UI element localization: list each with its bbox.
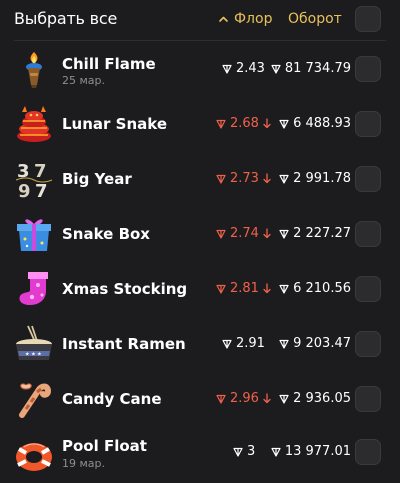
floor-value: 2.73 [230,171,259,186]
row-checkbox[interactable] [355,386,381,412]
gift-row[interactable]: 3 7 9 7 Big Year 2.73 2 991.78 [0,151,400,206]
ton-icon [216,284,226,294]
ton-icon [222,339,232,349]
select-all-button[interactable]: Выбрать все [14,9,117,28]
floor-price: 2.74 [216,226,271,241]
sort-ascending-icon [219,16,228,22]
gift-name: Chill Flame [62,55,156,73]
gift-name: Xmas Stocking [62,280,188,298]
ton-icon [271,64,281,74]
gift-row[interactable]: Chill Flame 25 мар. 2.43 81 734.79 [0,41,400,96]
volume-value: 2 227.27 [293,226,351,241]
gift-name: Instant Ramen [62,335,186,353]
svg-text:7: 7 [34,161,47,182]
svg-text:9: 9 [18,181,31,199]
floor-value: 2.68 [230,116,259,131]
sort-floor-button[interactable]: Флор [219,11,272,27]
volume: 13 977.01 [271,444,351,459]
volume: 81 734.79 [271,61,351,76]
ton-icon [279,174,289,184]
volume-value: 81 734.79 [284,61,351,76]
volume-value: 2 991.78 [293,171,351,186]
select-all-checkbox[interactable] [355,6,381,32]
snake-box-icon [17,219,51,251]
ton-icon [222,64,232,74]
ton-icon [216,174,226,184]
xmas-stocking-icon [19,272,48,305]
floor-value: 2.43 [236,61,265,76]
floor-price: 2.96 [216,391,271,406]
floor-value: 2.81 [230,281,259,296]
arrow-down-icon [263,393,271,404]
floor-price: 2.68 [216,116,271,131]
floor-value: 2.96 [230,391,259,406]
row-checkbox[interactable] [355,221,381,247]
row-checkbox[interactable] [355,276,381,302]
ton-icon [279,284,289,294]
volume: 6 210.56 [279,281,351,296]
gift-row[interactable]: Snake Box 2.74 2 227.27 [0,206,400,261]
gift-name: Lunar Snake [62,115,168,133]
ton-icon [279,119,289,129]
pool-float-icon [16,443,52,471]
ton-icon [233,447,243,457]
floor-value: 2.91 [236,336,265,351]
lunar-snake-icon [17,106,51,142]
volume: 2 936.05 [279,391,351,406]
gift-name: Big Year [62,170,132,188]
gift-row[interactable]: ★ ★ ★ Instant Ramen 2.91 9 203.47 [0,316,400,371]
arrow-down-icon [263,283,271,294]
sort-floor-label: Флор [234,11,273,27]
gift-name: Snake Box [62,225,150,243]
gift-row[interactable]: Lunar Snake 2.68 6 488.93 [0,96,400,151]
row-checkbox[interactable] [355,439,381,465]
gift-date: 25 мар. [62,74,106,87]
ton-icon [271,447,281,457]
volume-value: 2 936.05 [293,391,351,406]
chill-flame-icon [26,52,42,88]
ton-icon [279,229,289,239]
row-checkbox[interactable] [355,56,381,82]
floor-price: 3 [233,444,255,459]
volume-value: 9 203.47 [293,336,351,351]
gift-name: Candy Cane [62,390,162,408]
volume-value: 6 488.93 [293,116,351,131]
volume: 2 227.27 [279,226,351,241]
arrow-down-icon [263,228,271,239]
floor-price: 2.43 [222,61,265,76]
gift-name: Pool Float [62,437,147,455]
row-checkbox[interactable] [355,331,381,357]
volume: 9 203.47 [279,336,351,351]
floor-price: 2.91 [222,336,265,351]
candy-cane-icon [19,383,52,418]
row-checkbox[interactable] [355,166,381,192]
ton-icon [279,339,289,349]
ton-icon [279,394,289,404]
svg-text:★ ★ ★: ★ ★ ★ [25,352,42,358]
gift-row[interactable]: Candy Cane 2.96 2 936.05 [0,371,400,426]
arrow-down-icon [263,118,271,129]
big-year-icon: 3 7 9 7 [15,161,53,199]
gift-date: 19 мар. [62,457,106,470]
list-header: Выбрать все Флор Оборот [0,0,400,41]
volume-value: 13 977.01 [284,444,351,459]
floor-value: 2.74 [230,226,259,241]
ton-icon [216,229,226,239]
gift-row[interactable]: Xmas Stocking 2.81 6 210.56 [0,261,400,316]
instant-ramen-icon: ★ ★ ★ [16,325,52,360]
arrow-down-icon [263,173,271,184]
volume: 6 488.93 [279,116,351,131]
svg-text:7: 7 [35,181,48,199]
volume: 2 991.78 [279,171,351,186]
row-checkbox[interactable] [355,111,381,137]
volume-value: 6 210.56 [293,281,351,296]
ton-icon [216,119,226,129]
gift-row[interactable]: Pool Float 19 мар. 3 13 977.01 [0,426,400,481]
floor-price: 2.81 [216,281,271,296]
floor-value: 3 [247,444,256,459]
sort-volume-button[interactable]: Оборот [288,11,342,27]
floor-price: 2.73 [216,171,271,186]
ton-icon [216,394,226,404]
